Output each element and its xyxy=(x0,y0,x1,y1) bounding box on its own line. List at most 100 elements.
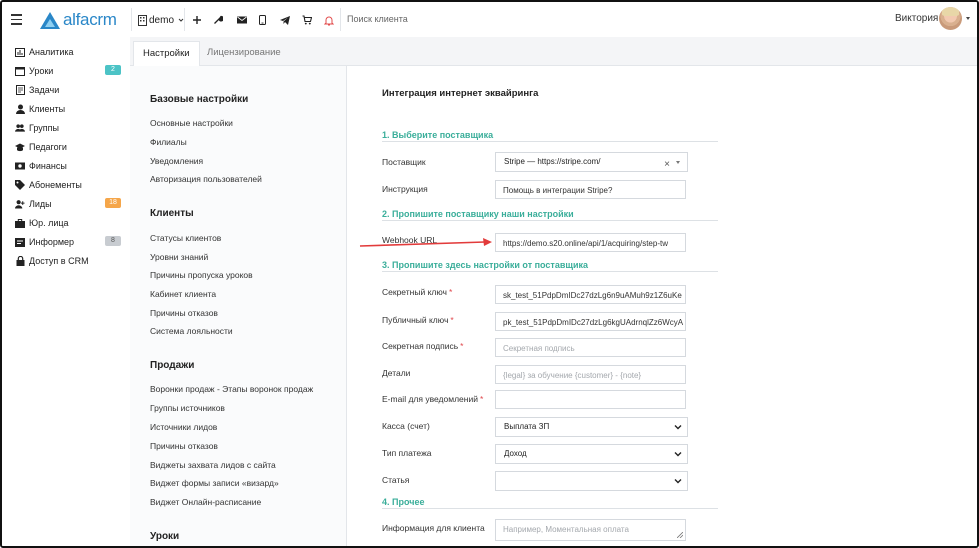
sidebar-item-label: Уроки xyxy=(29,66,54,76)
cart-icon xyxy=(302,15,312,25)
signature-field[interactable]: Секретная подпись xyxy=(495,338,686,357)
secret-key-label: Секретный ключ * xyxy=(382,287,452,297)
nav-link[interactable]: Группы источников xyxy=(150,403,225,413)
telegram-button[interactable] xyxy=(280,13,290,27)
nav-link[interactable]: Источники лидов xyxy=(150,422,217,432)
required-mark: * xyxy=(450,315,454,325)
sidebar-item-label: Юр. лица xyxy=(29,218,69,228)
nav-link[interactable]: Причины отказов xyxy=(150,441,218,451)
sidebar-item-groups[interactable]: Группы xyxy=(15,121,125,135)
nav-link[interactable]: Основные настройки xyxy=(150,118,233,128)
sidebar: Аналитика Уроки 2 Задачи Клиенты Группы … xyxy=(2,37,131,546)
nav-link[interactable]: Уровни знаний xyxy=(150,252,208,262)
user-menu-caret-icon[interactable] xyxy=(966,17,970,20)
informer-icon xyxy=(15,237,25,247)
instruction-link[interactable]: Помощь в интеграции Stripe? xyxy=(495,180,686,199)
email-field[interactable] xyxy=(495,390,686,409)
menu-icon[interactable] xyxy=(11,14,22,25)
resize-handle-icon[interactable] xyxy=(677,532,683,538)
client-info-placeholder: Например, Моментальная оплата xyxy=(503,525,629,534)
client-info-textarea[interactable]: Например, Моментальная оплата xyxy=(495,519,686,541)
email-label: E-mail для уведомлений * xyxy=(382,394,483,404)
cashbox-value: Выплата ЗП xyxy=(504,422,550,431)
sidebar-item-label: Педагоги xyxy=(29,142,67,152)
chevron-down-icon xyxy=(674,425,682,430)
nav-link[interactable]: Воронки продаж - Этапы воронок продаж xyxy=(150,384,313,394)
briefcase-icon xyxy=(15,218,25,228)
details-label: Детали xyxy=(382,368,411,378)
section-heading: 1. Выберите поставщика xyxy=(382,130,494,140)
nav-section-title: Уроки xyxy=(150,531,180,542)
sidebar-item-label: Группы xyxy=(29,123,59,133)
user-name[interactable]: Виктория xyxy=(895,13,938,24)
add-button[interactable] xyxy=(192,13,202,27)
workspace-switcher[interactable]: demo xyxy=(138,13,185,27)
sidebar-item-analytics[interactable]: Аналитика xyxy=(15,45,125,59)
lessons-count-badge: 2 xyxy=(105,65,121,75)
analytics-icon xyxy=(15,47,25,57)
sidebar-item-finances[interactable]: Финансы xyxy=(15,159,125,173)
article-select[interactable] xyxy=(495,471,688,491)
sidebar-item-subscriptions[interactable]: Абонементы xyxy=(15,178,125,192)
secret-key-field[interactable]: sk_test_51PdpDmIDc27dzLg6n9uAMuh9z1Z6uKe xyxy=(495,285,686,304)
avatar[interactable] xyxy=(939,7,962,30)
tab-settings[interactable]: Настройки xyxy=(133,41,200,67)
bell-icon xyxy=(324,16,334,25)
sidebar-item-legal-entities[interactable]: Юр. лица xyxy=(15,216,125,230)
public-key-label-text: Публичный ключ xyxy=(382,315,449,325)
logo[interactable]: alfacrm xyxy=(40,10,117,30)
nav-link[interactable]: Причины отказов xyxy=(150,308,218,318)
signature-label: Секретная подпись * xyxy=(382,341,463,351)
nav-link[interactable]: Авторизация пользователей xyxy=(150,174,262,184)
webhook-url-label: Webhook URL xyxy=(382,235,438,245)
nav-link[interactable]: Статусы клиентов xyxy=(150,233,221,243)
cashbox-label: Касса (счет) xyxy=(382,421,430,431)
cart-button[interactable] xyxy=(302,13,312,27)
app-window: alfacrm demo Поиск клиента Виктория Анал… xyxy=(0,0,979,548)
wrench-icon xyxy=(214,15,223,24)
acquiring-form: Интеграция интернет эквайринга 1. Выбери… xyxy=(347,66,977,546)
notifications-button[interactable] xyxy=(324,13,334,27)
provider-select[interactable]: Stripe — https://stripe.com/ × xyxy=(495,152,688,172)
nav-section-title: Клиенты xyxy=(150,208,194,219)
sidebar-item-informer[interactable]: Информер 8 xyxy=(15,235,125,249)
signature-label-text: Секретная подпись xyxy=(382,341,459,351)
tab-licensing[interactable]: Лицензирование xyxy=(198,41,290,65)
cashbox-select[interactable]: Выплата ЗП xyxy=(495,417,688,437)
nav-link[interactable]: Виджет формы записи «визард» xyxy=(150,478,279,488)
payment-type-label: Тип платежа xyxy=(382,448,432,458)
sidebar-item-tasks[interactable]: Задачи xyxy=(15,83,125,97)
sidebar-item-teachers[interactable]: Педагоги xyxy=(15,140,125,154)
telegram-icon xyxy=(280,15,290,25)
nav-link[interactable]: Кабинет клиента xyxy=(150,289,216,299)
user-plus-icon xyxy=(15,199,25,209)
nav-section-title: Базовые настройки xyxy=(150,94,249,105)
tools-button[interactable] xyxy=(213,13,223,27)
webhook-url-field[interactable]: https://demo.s20.online/api/1/acquiring/… xyxy=(495,233,686,252)
sidebar-item-lessons[interactable]: Уроки 2 xyxy=(15,64,125,78)
chevron-down-icon xyxy=(674,479,682,484)
nav-link[interactable]: Система лояльности xyxy=(150,326,233,336)
sidebar-item-leads[interactable]: Лиды 18 xyxy=(15,197,125,211)
leads-count-badge: 18 xyxy=(105,198,121,208)
nav-link[interactable]: Филиалы xyxy=(150,137,187,147)
client-search-input[interactable]: Поиск клиента xyxy=(347,14,408,24)
nav-link[interactable]: Виджет Онлайн-расписание xyxy=(150,497,261,507)
nav-link[interactable]: Виджеты захвата лидов с сайта xyxy=(150,460,276,470)
payment-type-select[interactable]: Доход xyxy=(495,444,688,464)
details-field[interactable]: {legal} за обучение {customer} - {note} xyxy=(495,365,686,384)
sidebar-item-crm-access[interactable]: Доступ в CRM xyxy=(15,254,125,268)
teacher-icon xyxy=(15,142,25,152)
nav-link[interactable]: Причины пропуска уроков xyxy=(150,270,253,280)
public-key-field[interactable]: pk_test_51PdpDmIDc27dzLg6kgUAdrnqlZz6Wcy… xyxy=(495,312,686,331)
mail-button[interactable] xyxy=(237,13,247,27)
section-heading: 2. Пропишите поставщику наши настройки xyxy=(382,209,574,219)
plus-icon xyxy=(193,16,201,24)
nav-link[interactable]: Уведомления xyxy=(150,156,203,166)
phone-button[interactable] xyxy=(259,13,266,27)
sidebar-item-clients[interactable]: Клиенты xyxy=(15,102,125,116)
instruction-label: Инструкция xyxy=(382,184,428,194)
clear-icon[interactable]: × xyxy=(664,156,670,174)
page-title: Интеграция интернет эквайринга xyxy=(382,88,539,99)
client-info-label: Информация для клиента xyxy=(382,523,485,533)
